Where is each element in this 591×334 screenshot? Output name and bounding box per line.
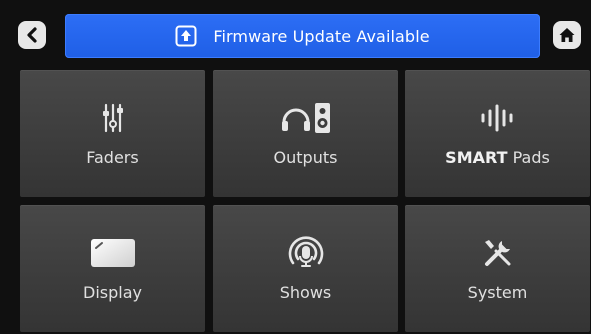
waveform-icon: [405, 100, 590, 136]
tile-shows[interactable]: Shows: [213, 205, 398, 332]
back-button[interactable]: [18, 21, 46, 49]
faders-icon: [20, 100, 205, 136]
tile-faders[interactable]: Faders: [20, 70, 205, 197]
headphones-speaker-icon: [213, 100, 398, 136]
tile-label: System: [467, 283, 528, 302]
home-icon: [559, 28, 575, 42]
banner-text: Firmware Update Available: [213, 26, 430, 46]
tile-system[interactable]: System: [405, 205, 590, 332]
tile-display[interactable]: Display: [20, 205, 205, 332]
tile-label: Outputs: [273, 148, 338, 167]
tile-label: Shows: [279, 283, 332, 302]
chevron-left-icon: [27, 27, 37, 43]
tile-label: Display: [83, 283, 142, 302]
firmware-update-banner[interactable]: Firmware Update Available: [65, 14, 540, 58]
tile-label: Faders: [86, 148, 139, 167]
main-menu-screen: Firmware Update Available Faders Outputs…: [0, 0, 591, 334]
home-button[interactable]: [553, 21, 581, 49]
menu-grid: Faders Outputs SMART Pads Display Shows …: [20, 70, 590, 332]
display-icon: [20, 235, 205, 271]
tile-label-bold: SMART: [445, 148, 508, 167]
tile-smart-pads[interactable]: SMART Pads: [405, 70, 590, 197]
tile-label-rest: Pads: [507, 148, 550, 167]
tools-icon: [405, 235, 590, 271]
tile-label: SMART Pads: [405, 148, 590, 167]
podcast-mic-icon: [213, 235, 398, 271]
upload-icon: [175, 25, 197, 47]
tile-outputs[interactable]: Outputs: [213, 70, 398, 197]
